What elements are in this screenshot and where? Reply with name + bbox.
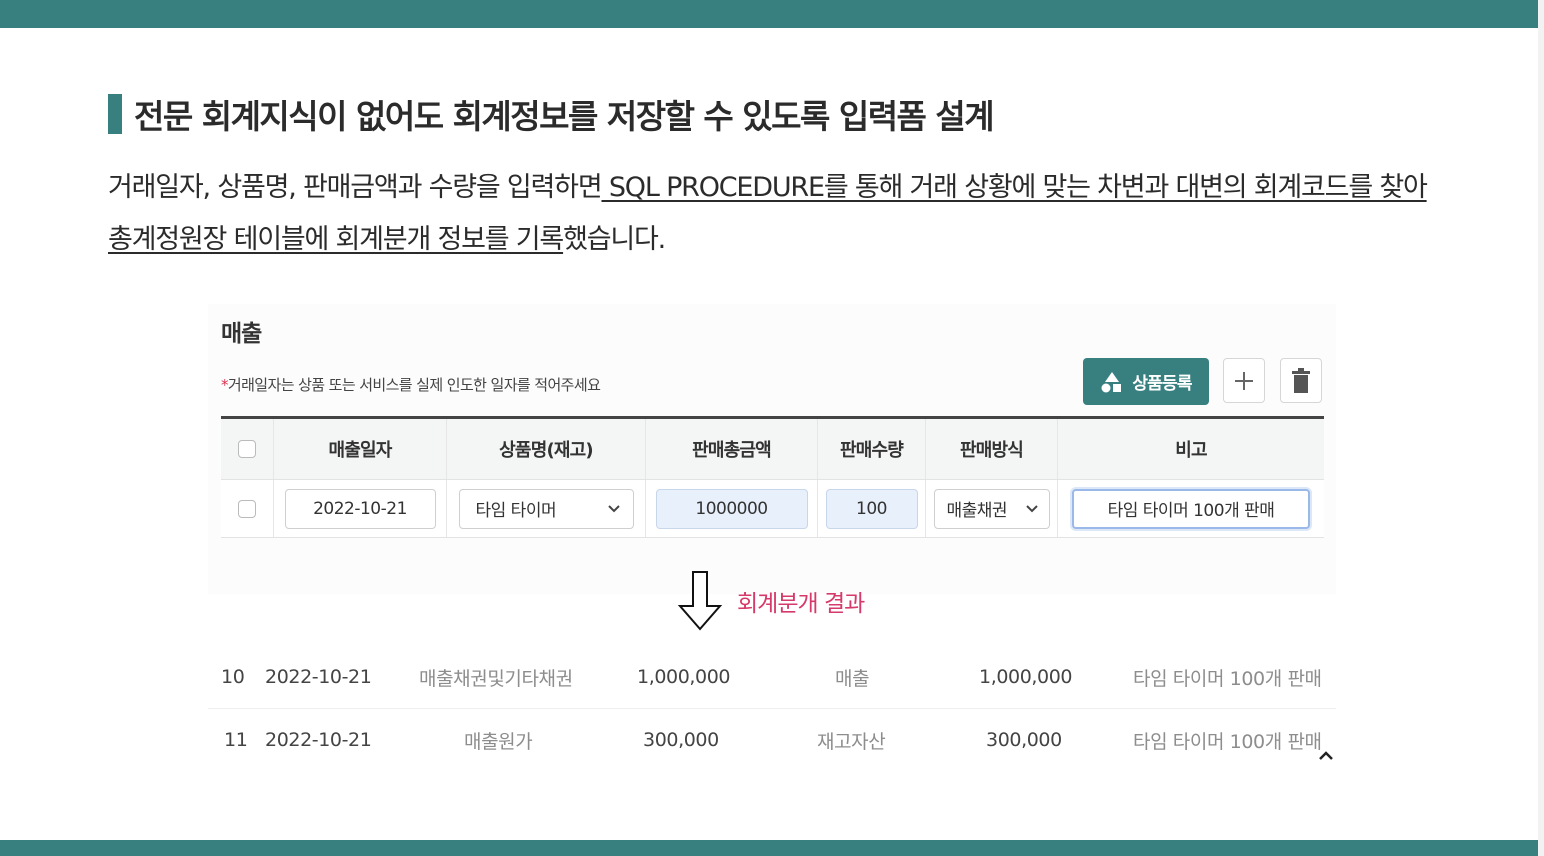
table-row: 2022-10-21 타임 타이머 1000000 100 매출채권 타임 타이… [221,480,1324,538]
sale-method-value: 매출채권 [946,501,1008,521]
quantity-input[interactable]: 100 [825,488,918,529]
add-row-button[interactable] [1223,358,1265,403]
column-header: 판매방식 [926,419,1058,479]
credit-account: 재고자산 [817,730,886,753]
column-header: 판매총금액 [646,419,818,479]
product-select-value: 타임 타이머 [475,501,557,521]
page-edge [1538,0,1544,856]
product-select[interactable]: 타임 타이머 [458,488,634,529]
memo-cell: 타임 타이머 100개 판매 [1058,480,1324,537]
column-header: 판매수량 [818,419,926,479]
trash-icon [1292,367,1310,393]
entry-date: 2022-10-21 [265,666,372,688]
required-star: * [221,376,228,394]
debit-amount: 300,000 [643,729,719,751]
column-header: 매출일자 [274,419,447,479]
description-part1: 거래일자, 상품명, 판매금액과 수량을 입력하면 [108,172,603,203]
sale-date-input[interactable]: 2022-10-21 [284,488,436,529]
heading-marker [108,94,122,134]
form-title: 매출 [221,321,262,347]
header-select-cell [221,419,274,479]
product-cell: 타임 타이머 [447,480,646,537]
delete-row-button[interactable] [1280,358,1322,403]
entry-date: 2022-10-21 [265,729,372,751]
form-note: *거래일자는 상품 또는 서비스를 실제 인도한 일자를 적어주세요 [221,374,601,395]
chevron-down-icon [607,504,620,512]
date-cell: 2022-10-21 [274,480,447,537]
arrow-down-icon [677,571,723,631]
debit-account: 매출원가 [464,730,533,753]
description-paragraph: 거래일자, 상품명, 판매금액과 수량을 입력하면 SQL PROCEDURE를… [108,162,1428,266]
shapes-icon [1101,371,1122,392]
journal-result-list: 10 2022-10-21 매출채권및기타채권 1,000,000 매출 1,0… [208,646,1336,771]
bottom-banner [0,840,1538,856]
description-part3: 했습니다. [563,224,666,255]
qty-cell: 100 [818,480,926,537]
credit-account: 매출 [835,667,870,690]
table-row: 10 2022-10-21 매출채권및기타채권 1,000,000 매출 1,0… [208,646,1336,709]
section-heading: 전문 회계지식이 없어도 회계정보를 저장할 수 있도록 입력폼 설계 [108,92,995,136]
table-row: 11 2022-10-21 매출원가 300,000 재고자산 300,000 … [208,709,1336,771]
method-cell: 매출채권 [926,480,1058,537]
sale-method-select[interactable]: 매출채권 [933,488,1050,529]
column-header: 상품명(재고) [447,419,646,479]
entry-number: 11 [224,729,248,751]
total-amount-input[interactable]: 1000000 [655,488,808,529]
row-select-cell [221,480,274,537]
register-product-button[interactable]: 상품등록 [1083,358,1209,405]
chevron-up-icon[interactable] [1316,748,1336,764]
debit-account: 매출채권및기타채권 [419,667,573,690]
chevron-down-icon [1025,504,1038,512]
entry-number: 10 [221,666,245,688]
column-header: 비고 [1175,440,1207,461]
entry-memo: 타임 타이머 100개 판매 [1133,667,1322,690]
memo-input[interactable]: 타임 타이머 100개 판매 [1072,488,1310,529]
total-cell: 1000000 [646,480,818,537]
form-note-text: 거래일자는 상품 또는 서비스를 실제 인도한 일자를 적어주세요 [227,376,601,394]
heading-text: 전문 회계지식이 없어도 회계정보를 저장할 수 있도록 입력폼 설계 [134,97,995,136]
row-checkbox[interactable] [238,499,256,518]
select-all-checkbox[interactable] [238,440,256,458]
top-banner [0,0,1538,28]
sales-input-table: 매출일자 상품명(재고) 판매총금액 판매수량 판매방식 비고 2022-10-… [221,416,1324,538]
credit-amount: 1,000,000 [979,666,1073,688]
plus-icon [1235,371,1253,390]
table-header-row: 매출일자 상품명(재고) 판매총금액 판매수량 판매방식 비고 [221,419,1324,480]
debit-amount: 1,000,000 [637,666,731,688]
entry-memo: 타임 타이머 100개 판매 [1133,730,1322,753]
register-button-label: 상품등록 [1132,374,1192,394]
journal-result-label: 회계분개 결과 [737,591,865,617]
credit-amount: 300,000 [986,729,1062,751]
